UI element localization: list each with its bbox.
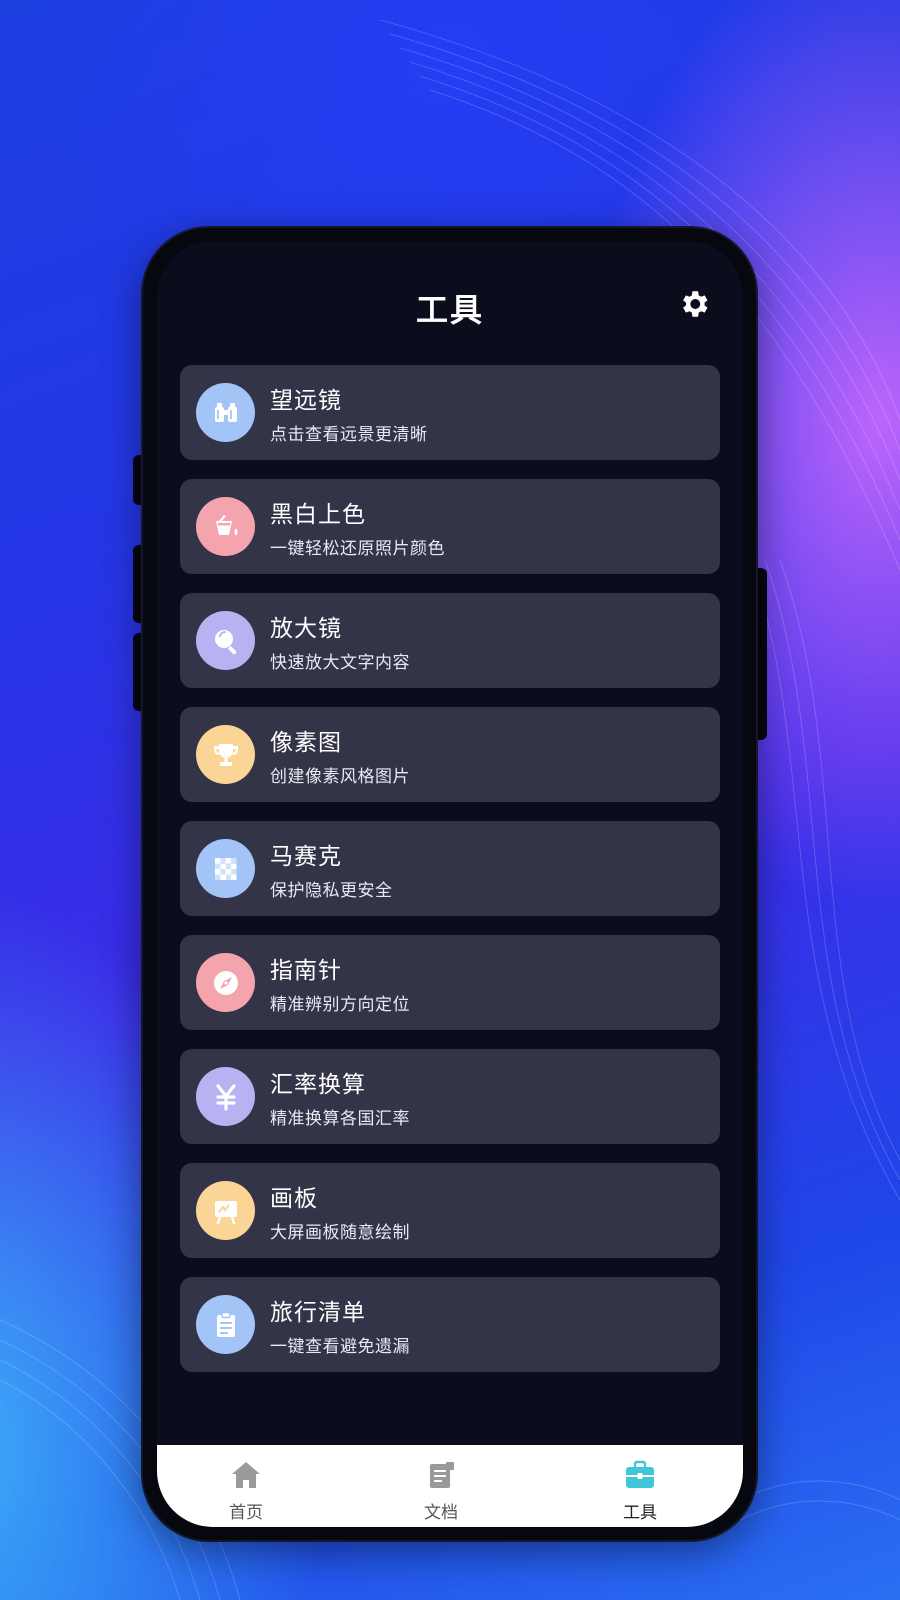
tool-subtitle: 快速放大文字内容	[270, 653, 410, 673]
mosaic-icon	[196, 839, 255, 898]
tab-label: 文档	[424, 1503, 458, 1523]
app-header: 工具	[157, 241, 743, 361]
document-icon	[430, 1462, 454, 1488]
compass-icon	[196, 953, 255, 1012]
tool-subtitle: 精准辨别方向定位	[270, 995, 410, 1015]
tool-subtitle: 创建像素风格图片	[270, 767, 410, 787]
tab-label: 工具	[623, 1503, 657, 1523]
tool-list: 望远镜 点击查看远景更清晰 黑白上色 一键轻松还原照片颜色 放大镜 快速放大文字…	[180, 365, 720, 1391]
home-icon	[232, 1462, 260, 1488]
tool-subtitle: 一键查看避免遗漏	[270, 1337, 410, 1357]
tool-title: 马赛克	[270, 844, 342, 870]
tool-card-drawing-board[interactable]: 画板 大屏画板随意绘制	[180, 1163, 720, 1258]
tab-label: 首页	[229, 1503, 263, 1523]
tool-title: 望远镜	[270, 388, 342, 414]
tool-card-colorize[interactable]: 黑白上色 一键轻松还原照片颜色	[180, 479, 720, 574]
tool-card-travel-list[interactable]: 旅行清单 一键查看避免遗漏	[180, 1277, 720, 1372]
binoculars-icon	[196, 383, 255, 442]
paint-bucket-icon	[196, 497, 255, 556]
tab-home[interactable]: 首页	[186, 1445, 306, 1527]
phone-screen: 工具 望远镜 点击查看远景更清晰 黑白上色 一键轻松还原照片颜色 放大镜 快速放…	[157, 241, 743, 1527]
tool-card-telescope[interactable]: 望远镜 点击查看远景更清晰	[180, 365, 720, 460]
tool-card-mosaic[interactable]: 马赛克 保护隐私更安全	[180, 821, 720, 916]
tool-subtitle: 大屏画板随意绘制	[270, 1223, 410, 1243]
clipboard-icon	[196, 1295, 255, 1354]
tool-title: 黑白上色	[270, 502, 366, 528]
tab-documents[interactable]: 文档	[381, 1445, 501, 1527]
tool-card-pixel-art[interactable]: 像素图 创建像素风格图片	[180, 707, 720, 802]
toolbox-icon	[626, 1460, 654, 1488]
page-title: 工具	[415, 291, 484, 329]
tool-subtitle: 精准换算各国汇率	[270, 1109, 410, 1129]
tool-subtitle: 一键轻松还原照片颜色	[270, 539, 445, 559]
tool-subtitle: 保护隐私更安全	[270, 881, 393, 901]
drawing-board-icon	[196, 1181, 255, 1240]
tool-card-magnifier[interactable]: 放大镜 快速放大文字内容	[180, 593, 720, 688]
trophy-icon	[196, 725, 255, 784]
magnifier-icon	[196, 611, 255, 670]
tab-tools[interactable]: 工具	[580, 1445, 700, 1527]
yen-icon	[196, 1067, 255, 1126]
tool-subtitle: 点击查看远景更清晰	[270, 425, 428, 445]
tool-title: 旅行清单	[270, 1300, 366, 1326]
tool-title: 放大镜	[270, 616, 342, 642]
tool-title: 汇率换算	[270, 1072, 366, 1098]
tool-title: 像素图	[270, 730, 342, 756]
tool-card-compass[interactable]: 指南针 精准辨别方向定位	[180, 935, 720, 1030]
tool-title: 画板	[270, 1186, 318, 1212]
tool-title: 指南针	[270, 958, 342, 984]
bottom-tab-bar: 首页 文档 工具	[157, 1445, 743, 1527]
gear-icon[interactable]	[677, 287, 711, 321]
tool-card-exchange-rate[interactable]: 汇率换算 精准换算各国汇率	[180, 1049, 720, 1144]
